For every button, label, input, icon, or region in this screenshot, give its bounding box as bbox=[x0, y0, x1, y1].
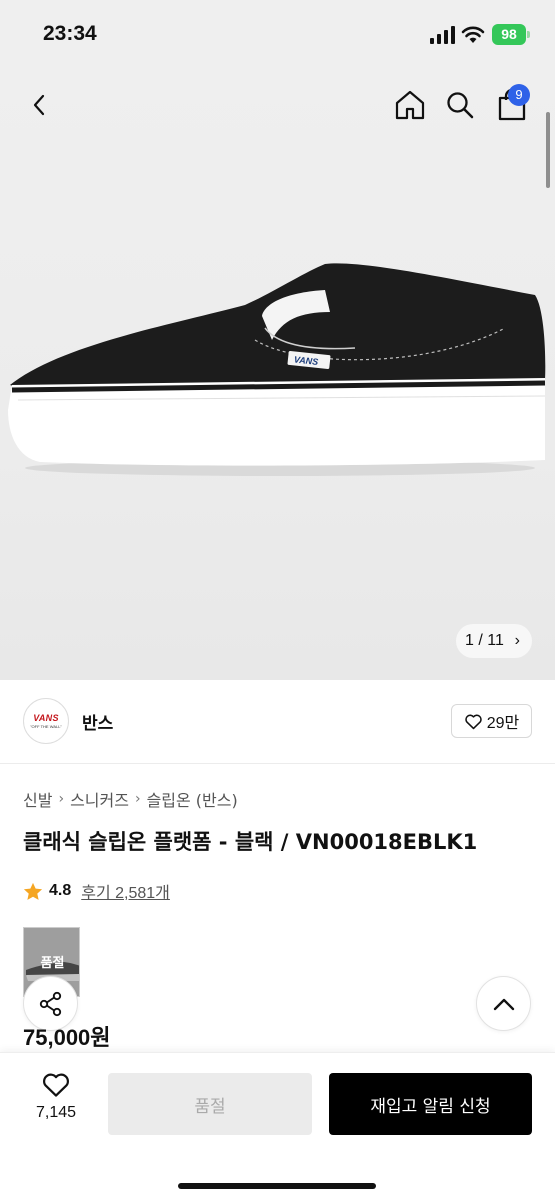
back-icon bbox=[33, 94, 45, 116]
product-image: VANS bbox=[8, 263, 546, 476]
battery-cap bbox=[527, 31, 530, 38]
product-image-gallery[interactable]: 9 VANS 1 / 11 › bbox=[0, 70, 555, 680]
image-pager-label: 1 / 11 bbox=[465, 632, 504, 649]
rating-value: 4.8 bbox=[49, 882, 72, 899]
share-icon bbox=[39, 991, 61, 1016]
heart-icon bbox=[43, 1073, 69, 1097]
star-icon bbox=[23, 882, 43, 900]
chevron-up-icon bbox=[493, 998, 514, 1010]
wishlist-count: 7,145 bbox=[35, 1104, 77, 1121]
review-link[interactable]: 후기 2,581개 bbox=[81, 879, 170, 903]
chevron-right-icon: › bbox=[58, 791, 65, 807]
brand-logo[interactable]: VANS "OFF THE WALL" bbox=[23, 698, 69, 744]
home-indicator[interactable] bbox=[178, 1183, 376, 1189]
breadcrumb-item[interactable]: 스니커즈 bbox=[70, 787, 129, 811]
brand-name[interactable]: 반스 bbox=[82, 709, 113, 734]
rating-row: 4.8 후기 2,581개 bbox=[23, 879, 170, 903]
product-title: 클래식 슬립온 플랫폼 - 블랙 / VN00018EBLK1 bbox=[23, 830, 478, 854]
scrollbar[interactable] bbox=[546, 112, 550, 188]
soldout-button: 품절 bbox=[108, 1073, 312, 1135]
breadcrumb: 신발 › 스니커즈 › 슬립온 (반스) bbox=[23, 787, 238, 811]
cellular-signal-icon bbox=[430, 26, 455, 44]
chevron-right-icon: › bbox=[514, 632, 520, 649]
brand-logo-text: VANS bbox=[33, 713, 59, 723]
cart-count-badge: 9 bbox=[508, 84, 530, 106]
home-icon bbox=[395, 90, 425, 120]
breadcrumb-item[interactable]: 슬립온 (반스) bbox=[147, 787, 238, 811]
bottom-action-bar: 7,145 품절 재입고 알림 신청 bbox=[0, 1052, 555, 1200]
status-time: 23:34 bbox=[43, 22, 97, 45]
chevron-right-icon: › bbox=[134, 791, 141, 807]
scroll-to-top-button[interactable] bbox=[476, 976, 531, 1031]
breadcrumb-item[interactable]: 신발 bbox=[23, 787, 52, 811]
battery-indicator: 98 bbox=[492, 24, 526, 45]
brand-row: VANS "OFF THE WALL" 반스 29만 bbox=[0, 680, 555, 764]
soldout-label: 품절 bbox=[40, 956, 65, 971]
brand-like-button[interactable]: 29만 bbox=[451, 704, 532, 738]
wifi-icon bbox=[461, 26, 485, 43]
status-bar: 23:34 98 bbox=[0, 0, 555, 70]
search-button[interactable] bbox=[440, 85, 480, 125]
back-button[interactable] bbox=[20, 85, 60, 125]
brand-logo-tagline: "OFF THE WALL" bbox=[30, 724, 62, 729]
image-pager[interactable]: 1 / 11 › bbox=[456, 624, 532, 658]
brand-like-count: 29만 bbox=[486, 715, 520, 732]
wishlist-button[interactable]: 7,145 bbox=[28, 1071, 84, 1131]
restock-alert-button[interactable]: 재입고 알림 신청 bbox=[329, 1073, 532, 1135]
search-icon bbox=[447, 92, 474, 119]
heart-icon bbox=[465, 714, 482, 729]
home-button[interactable] bbox=[390, 85, 430, 125]
product-price: 75,000원 bbox=[23, 1025, 111, 1050]
